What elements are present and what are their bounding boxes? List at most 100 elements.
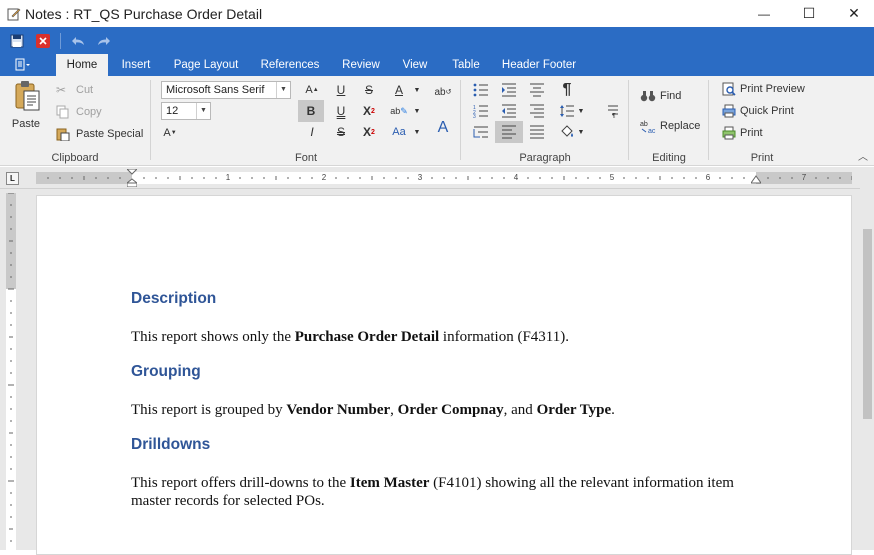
change-case-icon[interactable]: ab ↺	[432, 82, 454, 102]
multilevel-list-icon[interactable]	[470, 122, 492, 142]
chevron-down-icon[interactable]: ▼	[276, 82, 290, 98]
scissors-icon: ✂	[56, 83, 67, 97]
chevron-down-icon[interactable]: ▼	[576, 122, 586, 142]
numbering-icon[interactable]: 123	[470, 101, 492, 121]
svg-text:ab: ab	[640, 121, 648, 128]
font-size-value: 12	[166, 105, 179, 117]
collapse-ribbon-icon[interactable]: ︿	[856, 148, 870, 163]
right-indent-marker[interactable]	[751, 175, 761, 184]
ribbon-tab-bar: Home Insert Page Layout References Revie…	[0, 54, 874, 76]
bold-text-run: Vendor Number	[286, 402, 391, 418]
chevron-down-icon[interactable]: ▼	[196, 103, 210, 119]
tab-stop-selector[interactable]: L	[6, 172, 19, 185]
bullets-icon[interactable]	[470, 80, 492, 100]
text-run: .	[611, 402, 615, 418]
line-spacing-icon[interactable]	[556, 101, 578, 121]
indent-marker[interactable]	[127, 169, 137, 187]
ruler-number: 7	[801, 173, 807, 182]
font-dialog-icon[interactable]: A	[432, 116, 454, 140]
align-right-icon[interactable]	[526, 101, 548, 121]
grow-font-icon[interactable]: A ▲	[302, 81, 322, 99]
double-strikethrough-icon[interactable]: S	[330, 122, 352, 142]
find-label: Find	[660, 90, 682, 102]
bold-text-run: Order Compnay	[397, 402, 504, 418]
replace-icon: abac	[640, 121, 656, 133]
file-menu-button[interactable]	[8, 54, 38, 76]
title-bar: Notes : RT_QS Purchase Order Detail — ☐ …	[0, 0, 874, 27]
undo-button[interactable]	[67, 30, 89, 52]
close-document-button[interactable]	[32, 30, 54, 52]
svg-text:ac: ac	[648, 128, 656, 133]
redo-button[interactable]	[93, 30, 115, 52]
quick-print-button[interactable]: Quick Print	[722, 103, 794, 119]
chevron-down-icon[interactable]: ▼	[412, 80, 422, 100]
italic-icon[interactable]: I	[302, 122, 322, 142]
underline-icon[interactable]: U	[330, 80, 352, 100]
font-family-combo[interactable]: Microsoft Sans Serif ▼	[161, 81, 291, 99]
tab-references[interactable]: References	[252, 54, 328, 76]
increase-indent-icon[interactable]	[498, 80, 520, 100]
bold-text-run: Item Master	[349, 475, 430, 491]
tab-page-layout[interactable]: Page Layout	[168, 54, 244, 76]
minimize-button[interactable]: —	[742, 0, 786, 27]
heading-drilldowns: Drilldowns	[131, 436, 211, 453]
right-to-left-icon[interactable]: ¶	[600, 101, 622, 121]
maximize-button[interactable]: ☐	[787, 0, 831, 27]
vertical-ruler[interactable]	[6, 193, 16, 550]
print-group: Print Preview Quick Print Print Print	[710, 76, 814, 166]
print-preview-button[interactable]: Print Preview	[722, 81, 805, 97]
subscript-icon[interactable]: X2	[358, 122, 380, 142]
window-title: Notes : RT_QS Purchase Order Detail	[25, 5, 263, 22]
tab-review[interactable]: Review	[336, 54, 386, 76]
font-family-value: Microsoft Sans Serif	[166, 84, 265, 96]
tab-header-footer[interactable]: Header Footer	[496, 54, 582, 76]
font-case-icon[interactable]: Aa	[388, 122, 410, 142]
double-underline-icon[interactable]: U	[330, 101, 352, 121]
text-run: This report offers drill-downs to the	[131, 475, 350, 491]
paste-button[interactable]: Paste	[6, 80, 46, 136]
close-button[interactable]: ✕	[832, 0, 874, 27]
highlight-icon[interactable]: ab ✎	[388, 101, 410, 121]
print-button[interactable]: Print	[722, 125, 763, 141]
strikethrough-icon[interactable]: S	[358, 80, 380, 100]
close-icon: ✕	[848, 5, 860, 21]
ribbon-home: Paste ✂ Cut Copy Paste Special Clipboard …	[0, 76, 874, 166]
paste-special-button[interactable]: Paste Special	[56, 126, 143, 142]
shading-icon[interactable]	[556, 122, 578, 142]
paragraph-group-label: Paragraph	[519, 152, 571, 164]
chevron-down-icon[interactable]: ▼	[576, 101, 586, 121]
shrink-font-icon[interactable]: A ▼	[160, 124, 180, 142]
notes-app-icon	[7, 8, 21, 20]
copy-button[interactable]: Copy	[56, 104, 102, 120]
tab-insert[interactable]: Insert	[112, 54, 160, 76]
tab-table[interactable]: Table	[444, 54, 488, 76]
maximize-icon: ☐	[802, 5, 816, 21]
tab-view[interactable]: View	[394, 54, 436, 76]
scrollbar-thumb[interactable]	[863, 229, 872, 419]
close-red-icon	[36, 33, 50, 48]
binoculars-icon	[640, 91, 656, 102]
vertical-scrollbar[interactable]	[860, 167, 874, 550]
align-center-icon[interactable]	[526, 80, 548, 100]
copy-label: Copy	[76, 106, 102, 118]
text-run: This report shows only the	[131, 329, 295, 345]
replace-button[interactable]: ab ac Replace	[640, 118, 700, 134]
show-formatting-marks-icon[interactable]: ¶	[556, 80, 578, 100]
justify-icon[interactable]	[526, 122, 548, 142]
save-button[interactable]	[6, 30, 28, 52]
font-color-icon[interactable]: A	[388, 80, 410, 100]
superscript-icon[interactable]: X2	[358, 101, 380, 121]
font-size-combo[interactable]: 12 ▼	[161, 102, 211, 120]
file-menu-icon	[15, 58, 30, 71]
bold-icon[interactable]: B	[298, 100, 324, 122]
document-page[interactable]: Description This report shows only the P…	[36, 195, 852, 555]
replace-label: Replace	[660, 120, 701, 132]
decrease-indent-icon[interactable]	[498, 101, 520, 121]
align-left-icon[interactable]	[495, 121, 523, 143]
tab-home[interactable]: Home	[56, 54, 108, 76]
cut-button[interactable]: ✂ Cut	[56, 82, 93, 98]
chevron-down-icon[interactable]: ▼	[412, 101, 422, 121]
horizontal-ruler[interactable]: 1 2 3 4 5 6 7	[36, 169, 852, 187]
find-button[interactable]: Find	[640, 88, 681, 104]
chevron-down-icon[interactable]: ▼	[412, 122, 422, 142]
